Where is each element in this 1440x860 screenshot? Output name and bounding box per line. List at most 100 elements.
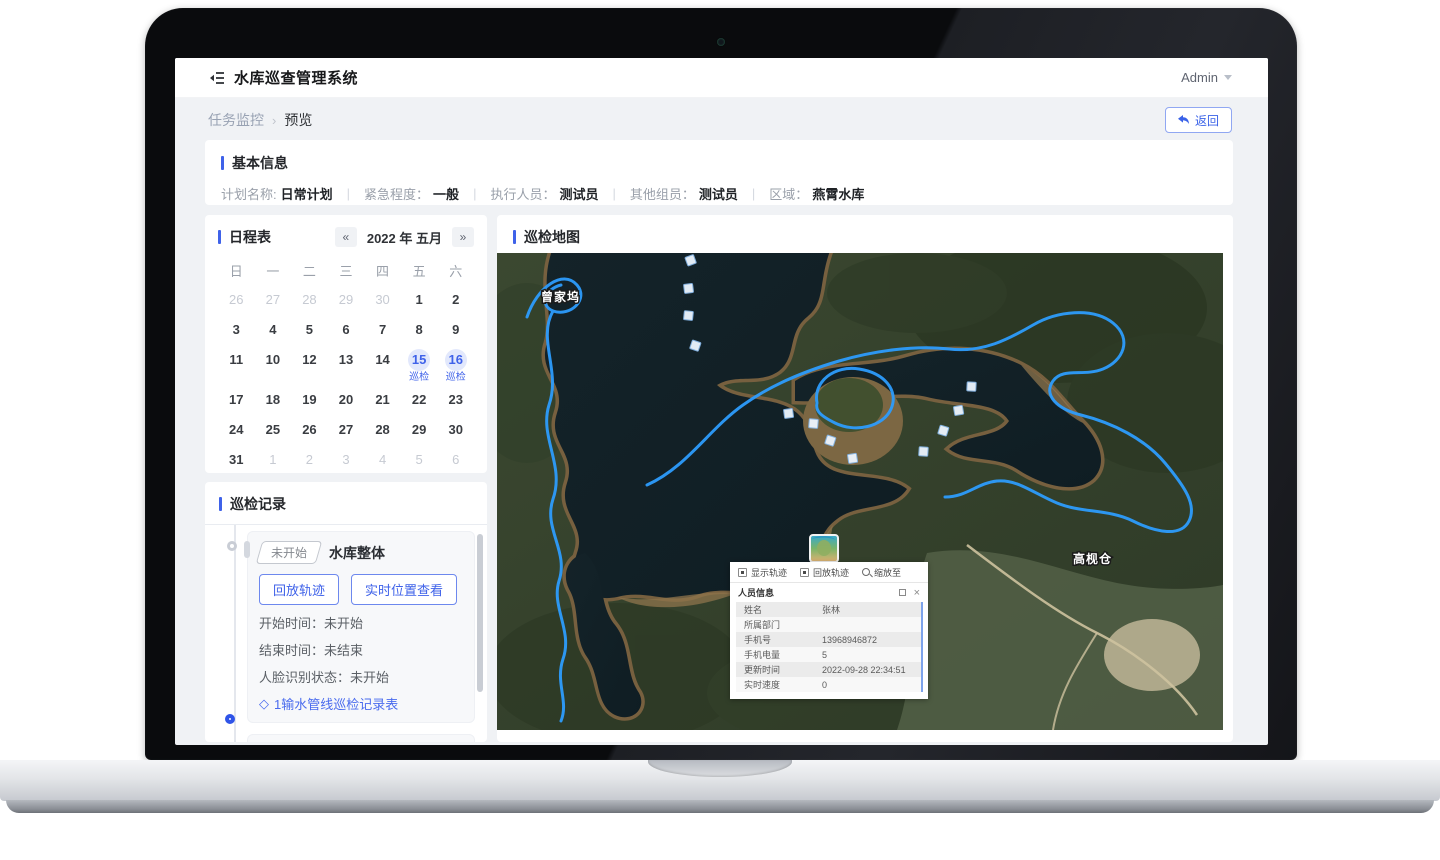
calendar-day[interactable]: 12 [291,344,328,384]
calendar-day[interactable]: 30 [364,284,401,314]
record-field: 结束时间：未结束 [259,640,463,659]
inspection-day-tag: 巡检 [409,372,429,384]
calendar-day[interactable]: 6 [437,444,474,474]
records-scrollbar[interactable] [477,534,483,692]
field-value: 测试员 [699,184,738,203]
weekday-label: 四 [364,261,401,280]
live-location-button[interactable]: 实时位置查看 [351,574,457,605]
calendar-day[interactable]: 4 [255,314,292,344]
calendar-prev-button[interactable]: « [335,227,357,247]
inspection-map[interactable]: 曾家坞 高枧仓 显示轨迹 回放轨迹 [497,253,1223,730]
calendar-day[interactable]: 19 [291,384,328,414]
field-label: 计划名称: [221,184,277,203]
section-accent-bar [221,156,224,170]
show-track-checkbox[interactable]: 显示轨迹 [738,566,787,579]
calendar-day[interactable]: 20 [328,384,365,414]
breadcrumb-parent[interactable]: 任务监控 [208,110,264,130]
calendar-grid: 2627282930123456789111012131415巡检16巡检171… [218,284,474,474]
calendar-day[interactable]: 10 [255,344,292,384]
calendar-day[interactable]: 14 [364,344,401,384]
map-marker[interactable] [967,382,976,391]
maximize-icon[interactable] [899,589,906,596]
field-label: 紧急程度： [364,184,429,203]
calendar-day[interactable]: 29 [328,284,365,314]
calendar-day[interactable]: 5 [401,444,438,474]
calendar-day[interactable]: 3 [218,314,255,344]
calendar-day[interactable]: 22 [401,384,438,414]
person-info-row: 手机电量5 [736,647,922,662]
calendar-day[interactable]: 4 [364,444,401,474]
calendar-day[interactable]: 24 [218,414,255,444]
popup-title: 人员信息 [738,586,774,599]
calendar-day[interactable]: 30 [437,414,474,444]
close-icon[interactable]: × [914,588,920,598]
calendar-day[interactable]: 2 [291,444,328,474]
calendar-day[interactable]: 18 [255,384,292,414]
map-title-row: 巡检地图 [497,215,1233,247]
calendar-day[interactable]: 16巡检 [437,344,474,384]
calendar-day[interactable]: 21 [364,384,401,414]
basic-info-fields: 计划名称:日常计划|紧急程度：一般|执行人员：测试员|其他组员：测试员|区域：燕… [221,184,1217,203]
calendar-day[interactable]: 1 [255,444,292,474]
checkbox-icon [738,568,747,577]
map-marker[interactable] [783,408,793,418]
calendar-day[interactable]: 5 [291,314,328,344]
calendar-day[interactable]: 28 [364,414,401,444]
calendar-day[interactable]: 13 [328,344,365,384]
map-marker[interactable] [683,311,693,321]
field-value: 一般 [433,184,459,203]
inspection-form-link[interactable]: ◇ 1输水管线巡检记录表 [259,694,463,713]
timeline-line [234,525,236,742]
calendar-day[interactable]: 3 [328,444,365,474]
person-info-row: 实时速度0 [736,677,922,692]
replay-track-button[interactable]: 回放轨迹 [259,574,339,605]
breadcrumb: 任务监控 › 预览 [208,110,312,130]
popup-toolbar: 显示轨迹 回放轨迹 缩放至 [730,562,928,583]
records-title-row: 巡检记录 [205,482,487,524]
section-accent-bar [218,230,221,244]
replay-track-checkbox[interactable]: 回放轨迹 [800,566,849,579]
calendar-day[interactable]: 8 [401,314,438,344]
calendar-day[interactable]: 15巡检 [401,344,438,384]
calendar-day[interactable]: 2 [437,284,474,314]
calendar-day[interactable]: 26 [218,284,255,314]
calendar-day[interactable]: 23 [437,384,474,414]
map-marker[interactable] [953,405,963,415]
user-name: Admin [1181,70,1218,85]
laptop-mockup: 水库巡查管理系统 Admin 任务监控 › 预览 [0,0,1440,860]
back-label: 返回 [1195,112,1219,129]
user-menu[interactable]: Admin [1181,70,1232,85]
zoom-to-tool[interactable]: 缩放至 [862,566,901,579]
calendar-month-label: 2022 年 五月 [367,228,442,247]
section-accent-bar [513,230,516,244]
calendar-day[interactable]: 6 [328,314,365,344]
magnifier-icon [862,568,870,576]
calendar-day[interactable]: 31 [218,444,255,474]
back-button[interactable]: 返回 [1165,107,1232,133]
person-info-row: 姓名张林 [736,602,922,617]
calendar-day[interactable]: 9 [437,314,474,344]
calendar-day[interactable]: 26 [291,414,328,444]
calendar-next-button[interactable]: » [452,227,474,247]
weekday-label: 一 [255,261,292,280]
back-arrow-icon [1178,115,1190,125]
calendar-day[interactable]: 28 [291,284,328,314]
sidebar-collapse-icon[interactable] [208,71,225,85]
calendar-day[interactable]: 7 [364,314,401,344]
map-marker[interactable] [809,419,819,429]
map-place-label: 高枧仓 [1073,551,1112,566]
record-fields: 开始时间：未开始 结束时间：未结束 人脸识别状态：未开始 [259,613,463,686]
calendar-day[interactable]: 11 [218,344,255,384]
map-marker[interactable] [919,447,929,457]
map-marker[interactable] [684,283,694,293]
map-marker[interactable] [847,453,857,463]
calendar-day[interactable]: 17 [218,384,255,414]
map-marker[interactable] [938,425,949,436]
calendar-title-row: 日程表 [218,227,271,247]
calendar-day[interactable]: 27 [328,414,365,444]
calendar-day[interactable]: 29 [401,414,438,444]
calendar-day[interactable]: 1 [401,284,438,314]
brand: 水库巡查管理系统 [208,67,358,88]
calendar-day[interactable]: 27 [255,284,292,314]
calendar-day[interactable]: 25 [255,414,292,444]
